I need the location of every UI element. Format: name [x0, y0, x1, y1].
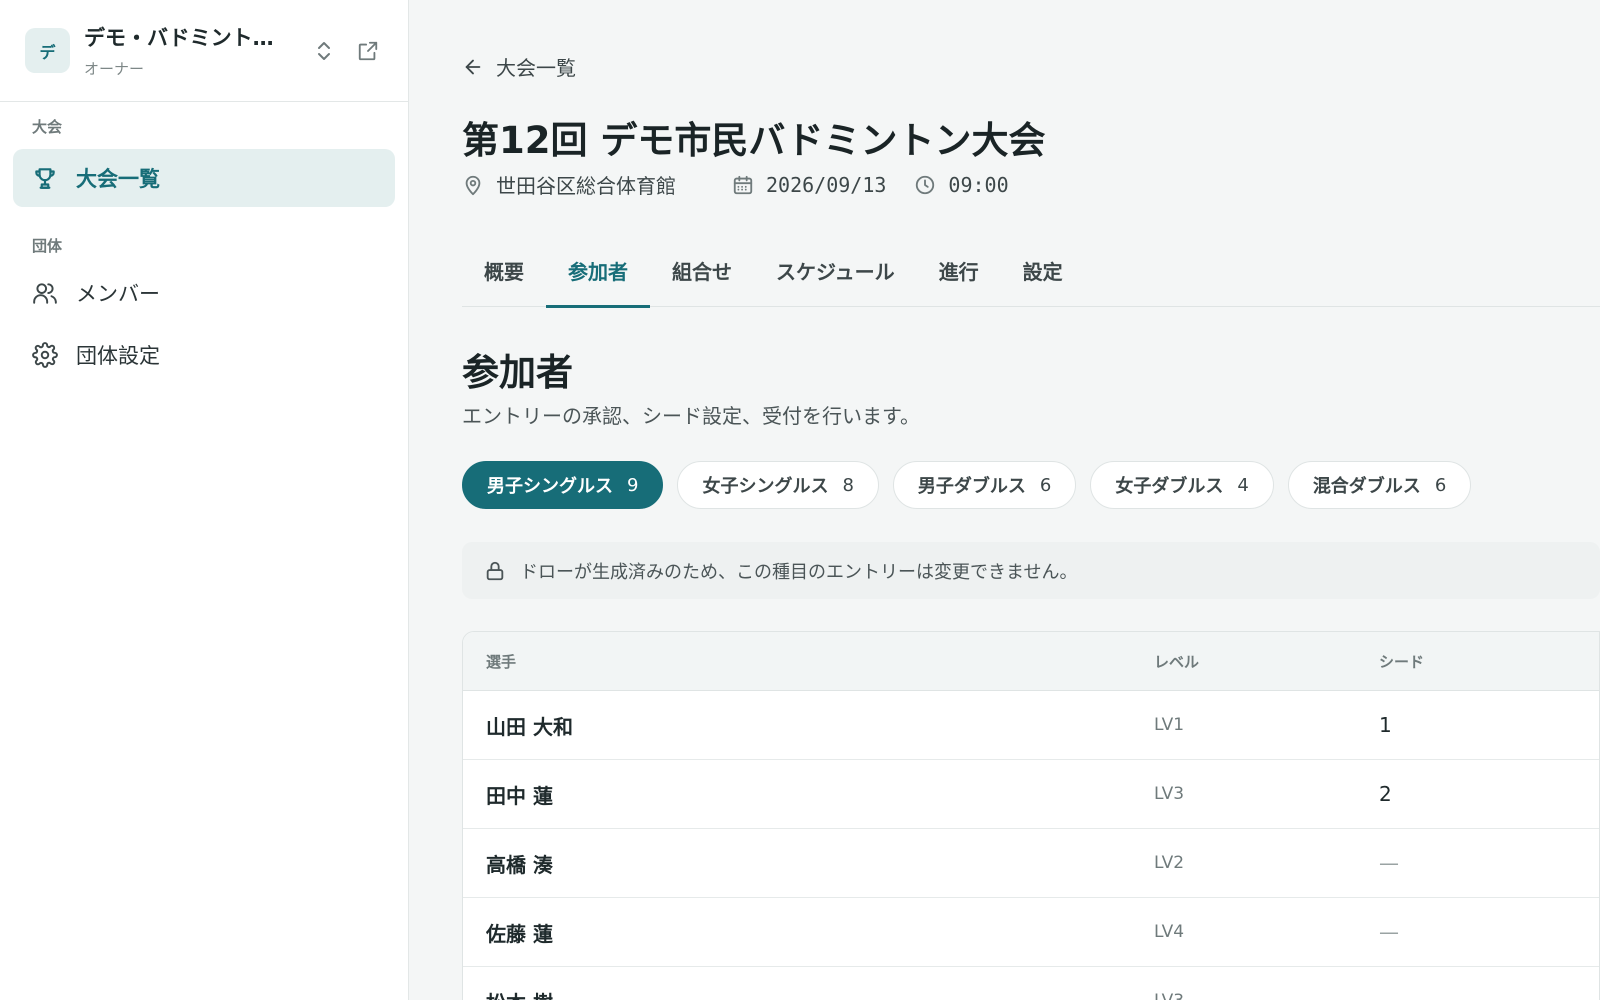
venue-text: 世田谷区総合体育館 — [496, 174, 676, 198]
tournament-meta: 世田谷区総合体育館 2026/09/13 09:00 — [462, 170, 1043, 199]
sidebar-item-members[interactable]: メンバー — [13, 264, 395, 322]
locked-notice: ドローが生成済みのため、この種目のエントリーは変更できません。 — [462, 542, 1600, 599]
table-row[interactable]: 佐藤 蓮 LV4 — — [463, 898, 1599, 967]
player-name: 山田 大和 — [486, 714, 573, 739]
table-row[interactable]: 田中 蓮 LV3 2 — [463, 760, 1599, 829]
main-content: 大会一覧 第12回 デモ市民バドミントン大会 世田谷区総合体育館 2026/09… — [462, 0, 1600, 1000]
player-level: LV4 — [1154, 922, 1185, 942]
arrow-left-icon — [462, 56, 484, 78]
table-row[interactable]: 高橋 湊 LV2 — — [463, 829, 1599, 898]
org-switcher[interactable]: デ デモ・バドミント… オーナー — [0, 0, 408, 102]
tab-settings[interactable]: 設定 — [1001, 246, 1085, 307]
player-level: LV2 — [1154, 853, 1185, 873]
tab-progress[interactable]: 進行 — [917, 246, 1001, 307]
users-icon — [32, 280, 58, 306]
tab-overview[interactable]: 概要 — [462, 246, 546, 307]
sidebar-item-label: 団体設定 — [76, 344, 160, 368]
event-chip-mens-doubles[interactable]: 男子ダブルス 6 — [892, 461, 1077, 509]
calendar-icon — [733, 175, 753, 194]
player-name: 佐藤 蓮 — [486, 921, 553, 946]
event-chip-womens-doubles[interactable]: 女子ダブルス 4 — [1090, 461, 1274, 509]
player-seed: — — [1379, 920, 1399, 944]
column-seed[interactable]: シード — [1379, 651, 1599, 672]
player-level: LV3 — [1154, 784, 1185, 804]
event-chip-count: 9 — [627, 474, 639, 496]
tab-schedule[interactable]: スケジュール — [754, 246, 917, 307]
column-player[interactable]: 選手 — [463, 651, 1154, 672]
event-chip-count: 8 — [842, 474, 854, 496]
org-avatar: デ — [25, 28, 70, 73]
event-chip-label: 男子シングルス — [487, 476, 613, 497]
back-link-label: 大会一覧 — [496, 56, 576, 80]
event-chip-count: 6 — [1039, 474, 1052, 496]
section-description: エントリーの承認、シード設定、受付を行います。 — [462, 404, 920, 428]
tournament-tabs: 概要 参加者 組合せ スケジュール 進行 設定 — [462, 246, 1600, 308]
sidebar-item-tournaments[interactable]: 大会一覧 — [13, 149, 395, 207]
player-seed: — — [1379, 851, 1399, 875]
event-chip-mens-singles[interactable]: 男子シングルス 9 — [462, 461, 664, 509]
player-level: LV1 — [1154, 715, 1185, 735]
event-chip-womens-singles[interactable]: 女子シングルス 8 — [677, 461, 879, 509]
event-chip-label: 混合ダブルス — [1312, 476, 1421, 497]
back-link[interactable]: 大会一覧 — [462, 52, 576, 81]
page-title: 第12回 デモ市民バドミントン大会 — [462, 119, 1046, 162]
map-pin-icon — [465, 175, 481, 195]
player-name: 田中 蓮 — [486, 783, 553, 808]
tab-participants[interactable]: 参加者 — [546, 246, 650, 308]
player-name: 松本 樹 — [463, 987, 1154, 1000]
table-row[interactable]: 松本 樹 LV3 — — [463, 967, 1599, 1000]
org-role: オーナー — [84, 60, 145, 78]
participants-table: 選手 レベル シード 山田 大和 LV1 1 田中 蓮 LV3 2 高橋 湊 L… — [462, 631, 1600, 1000]
player-name: 高橋 湊 — [486, 852, 553, 877]
sidebar-section-tournament: 大会 — [32, 118, 63, 136]
event-chip-count: 6 — [1434, 474, 1447, 496]
chevron-up-down-icon[interactable] — [308, 35, 340, 67]
clock-icon — [916, 175, 935, 194]
org-name: デモ・バドミント… — [84, 26, 274, 50]
sidebar-section-group: 団体 — [32, 237, 63, 255]
sidebar-item-label: 大会一覧 — [76, 167, 160, 191]
venue: 世田谷区総合体育館 — [462, 170, 676, 199]
table-header: 選手 レベル シード — [463, 632, 1599, 691]
event-chip-label: 男子ダブルス — [917, 476, 1026, 497]
time-text: 09:00 — [948, 172, 1009, 197]
lock-icon — [486, 561, 504, 580]
tab-draw[interactable]: 組合せ — [650, 246, 754, 307]
event-filter: 男子シングルス 9 女子シングルス 8 男子ダブルス 6 女子ダブルス 4 混合… — [462, 461, 1485, 509]
sidebar: デ デモ・バドミント… オーナー 大会 大会一覧 団体 メンバー 団体設定 — [0, 0, 409, 1000]
time: 09:00 — [914, 172, 1009, 197]
sidebar-item-label: メンバー — [76, 282, 160, 306]
player-seed: 1 — [1379, 713, 1392, 737]
event-chip-label: 女子ダブルス — [1115, 476, 1224, 497]
external-link-icon[interactable] — [352, 35, 384, 67]
sidebar-item-group-settings[interactable]: 団体設定 — [13, 326, 395, 384]
date-text: 2026/09/13 — [766, 172, 887, 197]
player-seed: 2 — [1379, 782, 1392, 806]
player-seed: — — [1379, 989, 1599, 1000]
trophy-icon — [32, 165, 58, 191]
table-row[interactable]: 山田 大和 LV1 1 — [463, 691, 1599, 760]
column-level[interactable]: レベル — [1154, 651, 1379, 672]
player-level: LV3 — [1154, 991, 1379, 1000]
event-chip-count: 4 — [1237, 474, 1249, 496]
org-info: デモ・バドミント… オーナー — [84, 22, 296, 79]
locked-notice-text: ドローが生成済みのため、この種目のエントリーは変更できません。 — [520, 561, 1078, 583]
event-chip-mixed-doubles[interactable]: 混合ダブルス 6 — [1287, 461, 1472, 509]
gear-icon — [32, 342, 58, 368]
event-chip-label: 女子シングルス — [702, 476, 829, 497]
date: 2026/09/13 — [732, 173, 886, 197]
section-title: 参加者 — [462, 351, 573, 394]
